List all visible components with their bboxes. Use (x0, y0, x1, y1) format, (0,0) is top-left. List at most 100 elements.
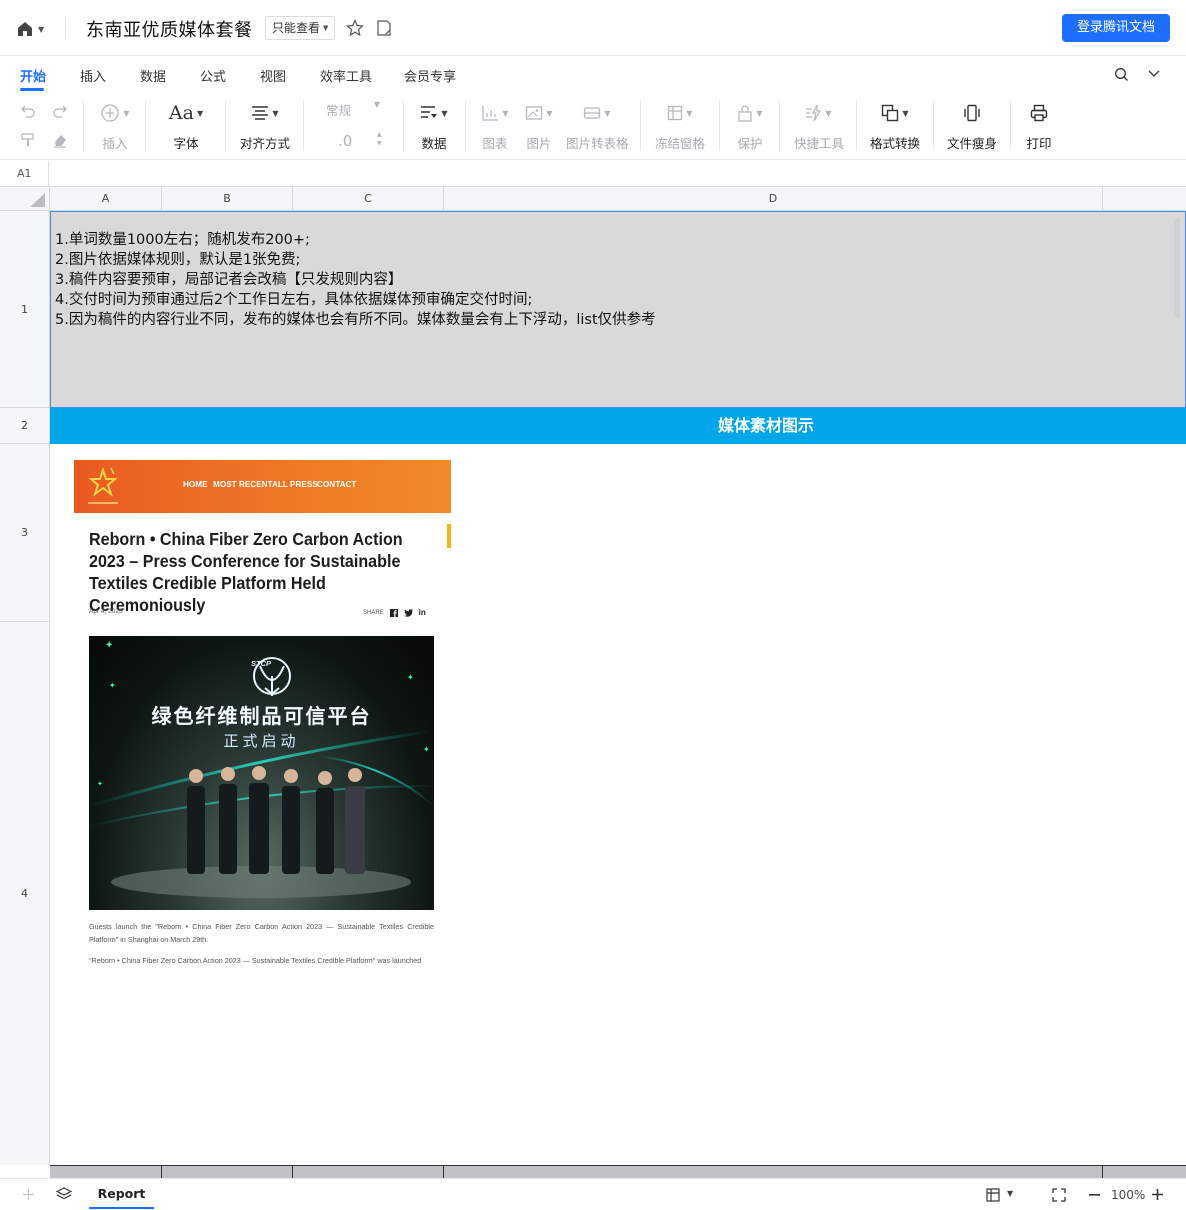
tab-data[interactable]: 数据 (140, 66, 166, 85)
select-all-corner[interactable] (0, 187, 50, 210)
plus-circle-icon (101, 104, 120, 122)
search-icon[interactable] (1114, 67, 1129, 82)
column-header-b[interactable]: B (162, 187, 293, 210)
add-sheet-icon[interactable] (22, 1188, 35, 1201)
cell-reference[interactable]: A1 (0, 161, 49, 186)
tab-formula[interactable]: 公式 (200, 66, 226, 85)
tab-insert[interactable]: 插入 (80, 66, 106, 85)
svg-text:✦: ✦ (97, 780, 103, 788)
chevron-down-icon: ▼ (546, 108, 553, 118)
column-divider-mark (443, 1166, 444, 1178)
row-header-4[interactable]: 4 (0, 622, 49, 1165)
row-header-2[interactable]: 2 (0, 408, 49, 444)
article-nav-home: HOME (183, 480, 208, 489)
article-share: SHARE in (363, 608, 426, 617)
login-button[interactable]: 登录腾讯文档 (1062, 14, 1170, 42)
clear-format-icon[interactable] (52, 132, 68, 148)
insert-button[interactable]: ▼ 插入 (95, 100, 135, 152)
media-sample-image[interactable]: HOME MOST RECENT ALL PRESS CONTACT Rebor… (74, 460, 451, 980)
sheet-list-icon[interactable] (56, 1187, 72, 1202)
chevron-down-icon: ▼ (38, 24, 45, 34)
zoom-in-icon[interactable] (1152, 1189, 1163, 1200)
toolbar-separator (779, 100, 780, 150)
quick-tools-button[interactable]: ▼ 快捷工具 (794, 100, 844, 152)
image-label: 图片 (526, 136, 552, 151)
photo-headline: 绿色纤维制品可信平台 (151, 704, 372, 728)
launch-ceremony-photo-icon: ✦✦ ✦✦ ✦ (89, 640, 434, 898)
image-to-table-button[interactable]: ▼ 图片转表格 (566, 100, 629, 152)
chart-button[interactable]: ▼ 图表 (478, 100, 512, 152)
zoom-out-icon[interactable] (1089, 1194, 1100, 1196)
decimal-stepper[interactable]: ▲ ▼ (377, 130, 382, 148)
home-icon (18, 22, 32, 36)
active-tab-indicator (20, 88, 44, 91)
freeze-panes-button[interactable]: ▼ 冻结窗格 (655, 100, 705, 152)
column-header-c[interactable]: C (293, 187, 444, 210)
printer-icon (1030, 104, 1048, 122)
document-info-icon[interactable] (375, 19, 393, 37)
svg-text:✦: ✦ (407, 673, 414, 682)
undo-icon[interactable] (20, 104, 36, 118)
tab-start[interactable]: 开始 (20, 66, 46, 85)
format-painter-icon[interactable] (20, 132, 36, 148)
view-mode-icon[interactable] (986, 1188, 1000, 1202)
format-convert-label: 格式转换 (870, 136, 921, 151)
site-logo-icon (88, 466, 118, 504)
lock-icon (738, 105, 753, 122)
number-format-select[interactable]: 常规 ▼ (316, 100, 390, 122)
chevron-down-icon[interactable]: ▼ (1007, 1189, 1013, 1198)
toolbar-separator (933, 100, 934, 150)
toolbar: ▼ 插入 Aa ▼ 字体 ▼ 对齐方式 常规 ▼ .0 ▲ ▼ ▼ 数据 ▼ 图表 ▼… (0, 92, 1186, 160)
fullscreen-icon[interactable] (1052, 1188, 1066, 1202)
data-button[interactable]: ▼ 数据 (416, 100, 452, 152)
chevron-down-icon: ▼ (604, 108, 611, 118)
image-to-table-icon (584, 107, 601, 119)
redo-icon[interactable] (52, 104, 68, 118)
collapse-toolbar-icon[interactable] (1148, 69, 1160, 79)
horizontal-scrollbar[interactable] (50, 1165, 1186, 1178)
cell-scrollbar[interactable] (1174, 218, 1180, 318)
read-only-label: 只能查看 (272, 21, 321, 35)
note-line: 2.图片依据媒体规则，默认是1张免费; (55, 252, 301, 268)
formula-input[interactable] (50, 161, 1186, 186)
lightning-icon (806, 104, 822, 122)
toolbar-separator (719, 100, 720, 150)
sheet-tab-report[interactable]: Report (89, 1179, 154, 1209)
document-title: 东南亚优质媒体套餐 (86, 20, 253, 41)
note-line: 5.因为稿件的内容行业不同，发布的媒体也会有所不同。媒体数量会有上下浮动，lis… (55, 312, 656, 328)
tab-view[interactable]: 视图 (260, 66, 286, 85)
star-icon[interactable] (346, 19, 364, 37)
article-nav-bar: HOME MOST RECENT ALL PRESS CONTACT (74, 460, 451, 513)
align-button[interactable]: ▼ 对齐方式 (238, 100, 292, 152)
column-header-d[interactable]: D (444, 187, 1103, 210)
tab-member[interactable]: 会员专享 (404, 66, 456, 85)
svg-text:✦: ✦ (109, 681, 116, 690)
decimal-button[interactable]: .0 (338, 132, 352, 150)
image-icon (526, 106, 543, 120)
chevron-down-icon: ▼ (502, 108, 509, 118)
chevron-down-icon: ▼ (902, 108, 909, 118)
cell-a1-notes[interactable]: 1.单词数量1000左右；随机发布200+; 2.图片依据媒体规则，默认是1张免… (50, 211, 1186, 408)
row-header: 1 2 3 4 (0, 211, 50, 1165)
chevron-down-icon: ▼ (756, 108, 763, 118)
chevron-down-icon: ▼ (196, 108, 204, 118)
toolbar-separator (1010, 100, 1011, 150)
protect-button[interactable]: ▼ 保护 (734, 100, 766, 152)
facebook-icon (389, 608, 398, 617)
section-header-cell[interactable]: 媒体素材图示 (50, 408, 1186, 444)
home-button[interactable]: ▼ (16, 18, 52, 40)
article-nav-most-recent: MOST RECENT (213, 480, 273, 489)
font-button[interactable]: Aa ▼ 字体 (165, 100, 207, 152)
chart-icon (482, 106, 499, 121)
row-header-1[interactable]: 1 (0, 211, 49, 408)
row-header-3[interactable]: 3 (0, 444, 49, 622)
format-convert-button[interactable]: ▼ 格式转换 (870, 100, 920, 152)
read-only-dropdown[interactable]: 只能查看 ▼ (265, 16, 336, 40)
corner-triangle-icon (30, 193, 45, 207)
file-slim-button[interactable]: 文件瘦身 (947, 100, 997, 152)
column-header-a[interactable]: A (50, 187, 162, 210)
image-button[interactable]: ▼ 图片 (522, 100, 556, 152)
svg-text:✦: ✦ (105, 640, 113, 651)
print-button[interactable]: 打印 (1024, 100, 1054, 152)
tab-efficiency-tools[interactable]: 效率工具 (320, 66, 372, 85)
